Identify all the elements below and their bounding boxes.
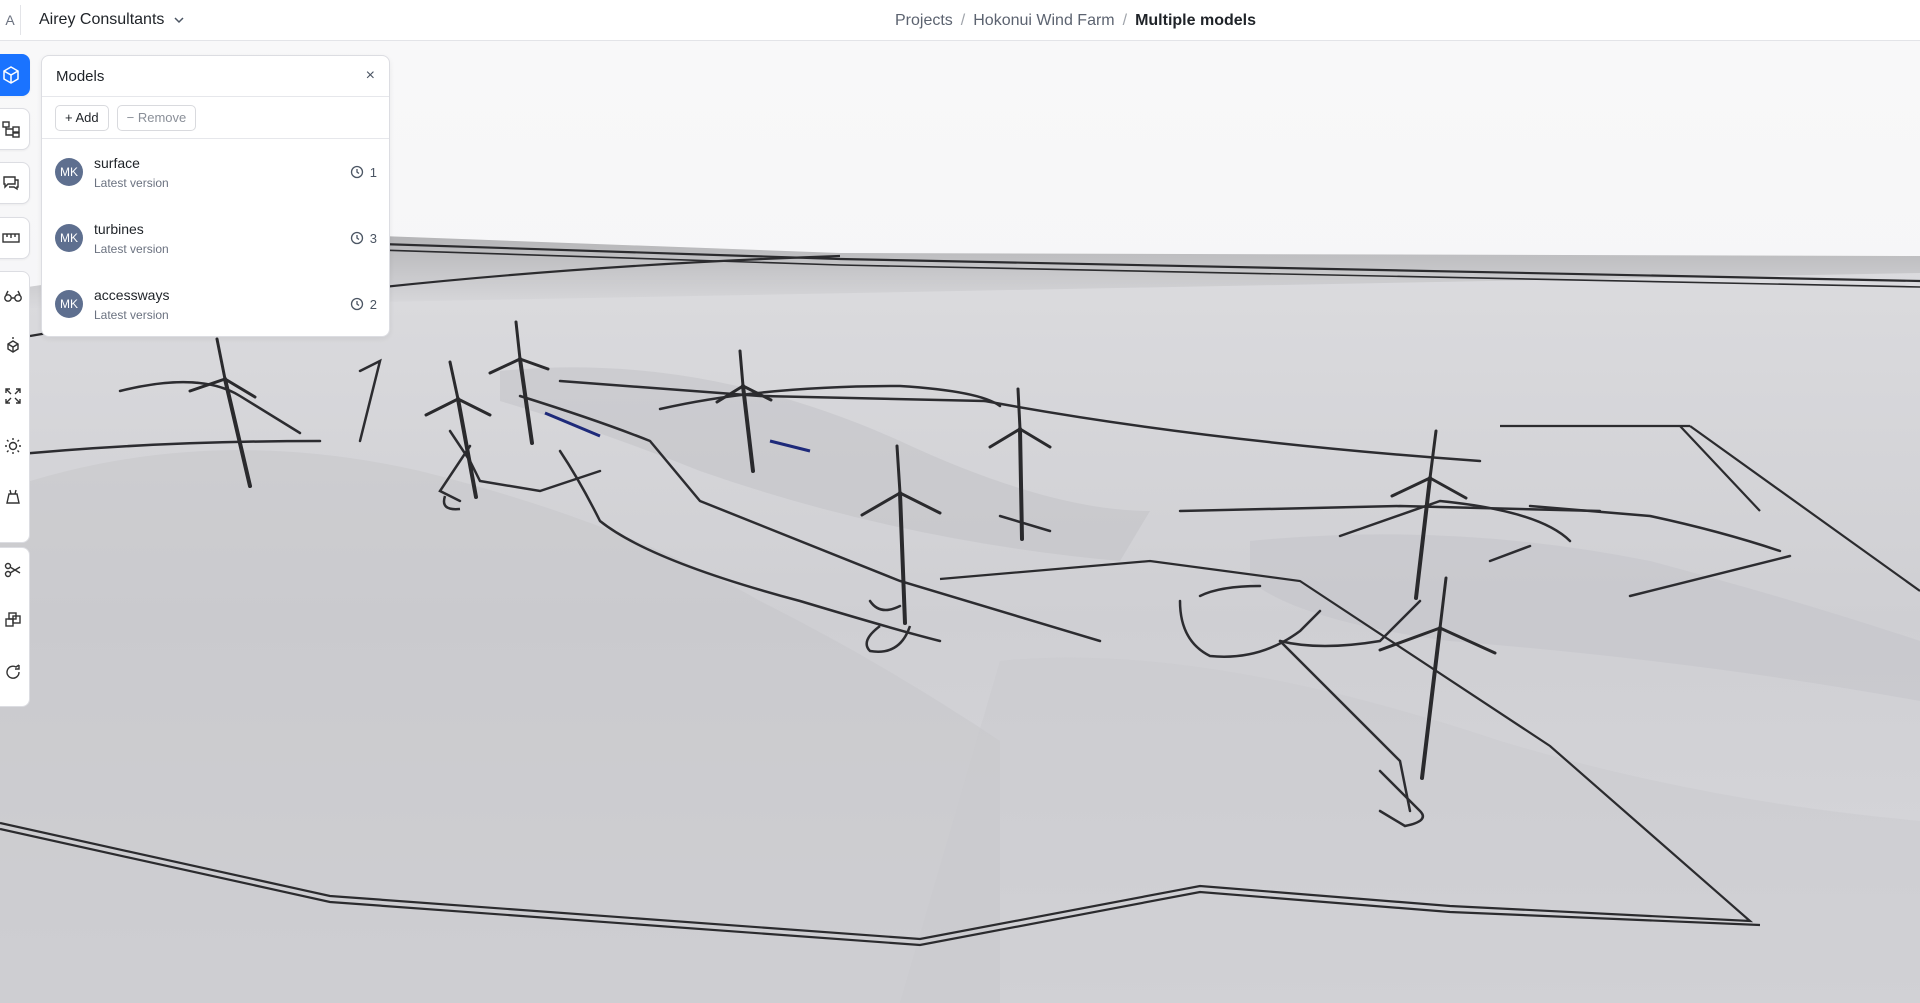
viewer-tools-group [0, 271, 30, 543]
scene-tree-icon [2, 121, 20, 138]
model-item-surface[interactable]: MK surface Latest version 1 [42, 139, 389, 205]
section-box-icon [6, 489, 20, 504]
clock-icon [350, 297, 363, 311]
breadcrumb-projects[interactable]: Projects [895, 12, 953, 30]
zoom-extents-button[interactable] [0, 376, 31, 416]
reset-button[interactable] [0, 652, 31, 692]
model-item-accessways[interactable]: MK accessways Latest version 2 [42, 271, 389, 337]
model-version-label: Latest version [94, 175, 169, 190]
section-button[interactable] [0, 476, 31, 516]
views-button[interactable] [0, 276, 31, 316]
workspace-avatar[interactable]: A [0, 5, 21, 35]
scene-tree-button[interactable] [0, 108, 30, 150]
clock-icon [350, 231, 363, 245]
model-version-label: Latest version [94, 241, 169, 256]
sun-icon [5, 438, 21, 454]
objects-button[interactable] [0, 600, 31, 640]
model-item-turbines[interactable]: MK turbines Latest version 3 [42, 205, 389, 271]
avatar: MK [55, 224, 83, 252]
panel-actions: + Add − Remove [42, 97, 389, 139]
explode-button[interactable] [0, 326, 31, 366]
reset-icon [6, 664, 20, 679]
breadcrumb-current: Multiple models [1135, 11, 1256, 29]
model-info: turbines Latest version [94, 221, 350, 256]
model-name: turbines [94, 220, 144, 237]
version-history-button[interactable]: 2 [350, 297, 377, 312]
expand-icon [5, 388, 21, 404]
breadcrumb-separator: / [960, 11, 966, 29]
models-button[interactable] [0, 54, 30, 96]
boxes-icon [5, 612, 21, 627]
glasses-icon [4, 290, 22, 302]
panel-title: Models [56, 67, 105, 85]
breadcrumb-project[interactable]: Hokonui Wind Farm [973, 12, 1114, 30]
filter-button[interactable] [0, 550, 31, 590]
model-name: accessways [94, 286, 170, 303]
model-version-label: Latest version [94, 307, 169, 322]
model-info: accessways Latest version [94, 287, 350, 322]
version-count: 2 [369, 296, 377, 312]
avatar: MK [55, 158, 83, 186]
object-tools-group [0, 547, 30, 707]
top-bar: A Airey Consultants Projects / Hokonui W… [0, 0, 1920, 41]
models-panel: Models × + Add − Remove MK surface Lates… [41, 55, 390, 337]
breadcrumb-separator: / [1122, 11, 1128, 29]
workspace-switcher[interactable]: Airey Consultants [39, 11, 186, 29]
version-history-button[interactable]: 3 [350, 231, 377, 246]
explode-icon [7, 337, 19, 353]
clock-icon [350, 165, 363, 179]
models-panel-header: Models × [42, 56, 389, 97]
measure-icon [2, 233, 20, 243]
model-info: surface Latest version [94, 155, 350, 190]
version-count: 3 [369, 230, 377, 246]
scissors-icon [4, 562, 21, 578]
chevron-down-icon [174, 17, 184, 24]
version-history-button[interactable]: 1 [350, 165, 377, 180]
close-panel-button[interactable]: × [366, 67, 375, 85]
model-name: surface [94, 154, 140, 171]
add-model-button[interactable]: + Add [55, 104, 109, 131]
remove-model-button[interactable]: − Remove [116, 104, 197, 131]
version-count: 1 [369, 164, 377, 180]
breadcrumb: Projects / Hokonui Wind Farm / Multiple … [895, 0, 1256, 41]
light-button[interactable] [0, 426, 31, 466]
workspace-name: Airey Consultants [39, 11, 165, 28]
discussions-icon [3, 176, 19, 191]
discussions-button[interactable] [0, 162, 30, 204]
avatar: MK [55, 290, 83, 318]
cube-icon [3, 66, 19, 84]
measure-button[interactable] [0, 217, 30, 259]
